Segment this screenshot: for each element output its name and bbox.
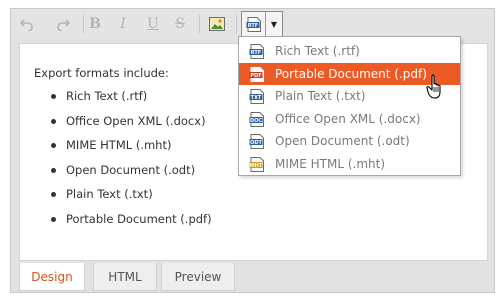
undo-icon[interactable]: [15, 12, 39, 36]
bullet-icon: [51, 216, 56, 222]
tab-design[interactable]: Design: [19, 263, 85, 291]
list-item-label: MIME HTML (.mht): [66, 138, 172, 153]
svg-text:PDF: PDF: [250, 73, 261, 79]
toolbar: B I U S RTF ▼: [11, 9, 494, 39]
menu-item-mht[interactable]: MHT MIME HTML (.mht): [239, 153, 460, 176]
export-format-menu: RTF Rich Text (.rtf) PDF Portable Document …: [238, 36, 461, 176]
list-item-label: Portable Document (.pdf): [66, 211, 212, 226]
italic-button[interactable]: I: [111, 12, 135, 36]
toolbar-separator: [199, 15, 200, 33]
tab-html[interactable]: HTML: [93, 263, 157, 291]
svg-text:MHT: MHT: [250, 163, 263, 169]
export-dropdown-button[interactable]: RTF ▼: [241, 11, 283, 38]
svg-text:TXT: TXT: [251, 95, 262, 101]
menu-item-label: Office Open XML (.docx): [275, 111, 421, 126]
tab-preview[interactable]: Preview: [161, 263, 235, 291]
toolbar-separator: [236, 15, 237, 33]
bullet-icon: [51, 118, 56, 124]
svg-text:RTF: RTF: [247, 23, 257, 29]
list-item-label: Office Open XML (.docx): [66, 113, 206, 128]
redo-icon[interactable]: [51, 12, 75, 36]
mht-file-icon: MHT: [249, 156, 264, 172]
insert-image-icon[interactable]: [205, 12, 229, 36]
bold-button[interactable]: B: [83, 12, 107, 36]
hand-cursor-icon: [426, 74, 441, 99]
odt-file-icon: ODT: [249, 134, 264, 149]
svg-text:ODT: ODT: [250, 140, 262, 146]
list-item-label: Plain Text (.txt): [66, 187, 153, 202]
doc-file-icon: DOC: [249, 111, 264, 127]
txt-file-icon: TXT: [249, 89, 264, 104]
intro-text: Export formats include:: [34, 66, 169, 80]
menu-item-odt[interactable]: ODT Open Document (.odt): [239, 130, 460, 153]
list-item-label: Rich Text (.rtf): [66, 89, 148, 103]
svg-text:RTF: RTF: [251, 50, 261, 56]
bullet-icon: [51, 167, 56, 173]
underline-button[interactable]: U: [141, 12, 165, 36]
chevron-down-icon[interactable]: ▼: [266, 12, 282, 37]
export-formats-list: Rich Text (.rtf) Office Open XML (.docx)…: [34, 88, 212, 236]
menu-item-label: MIME HTML (.mht): [275, 156, 386, 171]
bullet-icon: [51, 143, 56, 149]
strikethrough-button[interactable]: S: [168, 12, 192, 36]
export-rtf-icon[interactable]: RTF: [242, 12, 266, 37]
list-item: Office Open XML (.docx): [34, 113, 212, 138]
menu-item-label: Open Document (.odt): [275, 134, 410, 149]
menu-item-label: Rich Text (.rtf): [275, 44, 360, 59]
list-item: Plain Text (.txt): [34, 186, 212, 211]
bullet-icon: [51, 192, 56, 198]
menu-item-rtf[interactable]: RTF Rich Text (.rtf): [239, 40, 460, 63]
svg-text:DOC: DOC: [250, 118, 262, 124]
list-item-label: Open Document (.odt): [66, 162, 196, 177]
menu-item-label: Portable Document (.pdf): [275, 66, 427, 81]
list-item: Open Document (.odt): [34, 162, 212, 187]
bullet-icon: [51, 94, 56, 99]
list-item: MIME HTML (.mht): [34, 137, 212, 162]
rtf-file-icon: RTF: [249, 44, 264, 59]
list-item: Portable Document (.pdf): [34, 211, 212, 236]
list-item: Rich Text (.rtf): [34, 88, 212, 113]
menu-item-label: Plain Text (.txt): [275, 89, 366, 104]
pdf-file-icon: PDF: [249, 66, 264, 82]
menu-item-doc[interactable]: DOC Office Open XML (.docx): [239, 108, 460, 131]
